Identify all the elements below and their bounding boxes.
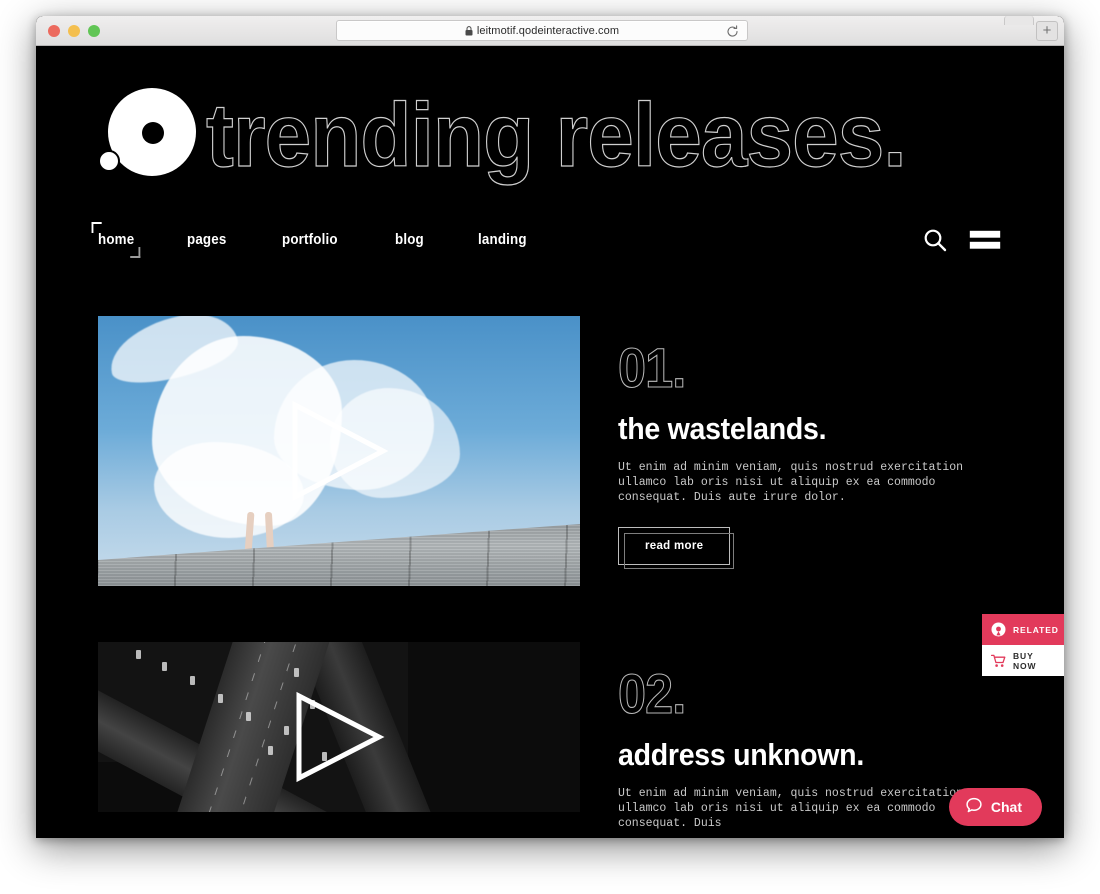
nav-item-portfolio[interactable]: portfolio xyxy=(282,226,338,254)
main-navigation: home pages portfolio blog landing xyxy=(91,222,1002,258)
release-description: Ut enim ad minim veniam, quis nostrud ex… xyxy=(618,461,964,504)
release-title[interactable]: the wastelands. xyxy=(618,412,949,446)
site-header: trending releases. home pages portfolio … xyxy=(36,46,1064,258)
reload-icon[interactable] xyxy=(726,25,739,38)
zoom-window-button[interactable] xyxy=(88,25,100,37)
search-icon[interactable] xyxy=(922,227,948,253)
release-media-thumbnail[interactable] xyxy=(98,316,580,586)
window-controls[interactable] xyxy=(48,25,100,37)
lock-icon xyxy=(465,25,473,35)
terrain-shape xyxy=(408,642,580,812)
play-icon[interactable] xyxy=(291,691,387,783)
vehicle xyxy=(136,650,141,659)
side-widgets: RELATED BUY NOW xyxy=(982,614,1064,676)
nav-tools xyxy=(922,227,1002,253)
release-title[interactable]: address unknown. xyxy=(618,738,949,772)
related-tab[interactable]: RELATED xyxy=(982,614,1064,645)
release-media-thumbnail[interactable] xyxy=(98,642,580,812)
nav-list: home pages portfolio blog landing xyxy=(91,222,583,258)
release-item: 01. the wastelands. Ut enim ad minim ven… xyxy=(98,316,1064,586)
vehicle xyxy=(190,676,195,685)
release-number: 02. xyxy=(618,662,687,725)
vehicle xyxy=(162,662,167,671)
browser-chrome: leitmotif.qodeinteractive.com + xyxy=(36,16,1064,46)
vinyl-hole-shape xyxy=(142,122,164,144)
address-bar[interactable]: leitmotif.qodeinteractive.com xyxy=(336,20,748,41)
chat-button[interactable]: Chat xyxy=(948,788,1042,826)
nav-item-landing[interactable]: landing xyxy=(478,226,527,254)
chat-label: Chat xyxy=(990,799,1022,815)
vehicle xyxy=(218,694,223,703)
page-title: trending releases. xyxy=(205,86,907,186)
nav-item-blog[interactable]: blog xyxy=(395,226,424,254)
releases-list: 01. the wastelands. Ut enim ad minim ven… xyxy=(36,316,1064,831)
url-text: leitmotif.qodeinteractive.com xyxy=(476,24,620,37)
nav-item-home[interactable]: home xyxy=(91,222,142,258)
record-circle-icon xyxy=(991,622,1006,637)
release-body: 02. address unknown. Ut enim ad minim ve… xyxy=(618,642,978,831)
release-number: 01. xyxy=(618,336,687,399)
new-tab-button[interactable]: + xyxy=(1036,21,1058,41)
leg-shape xyxy=(244,511,255,555)
play-icon[interactable] xyxy=(285,399,393,503)
vehicle xyxy=(294,668,299,677)
buy-now-tab[interactable]: BUY NOW xyxy=(982,645,1064,676)
browser-window: leitmotif.qodeinteractive.com + trending… xyxy=(36,16,1064,838)
vehicle xyxy=(268,746,273,755)
vinyl-record-icon[interactable] xyxy=(98,88,196,184)
release-body: 01. the wastelands. Ut enim ad minim ven… xyxy=(618,316,978,586)
vinyl-small-dot-shape xyxy=(98,150,120,172)
release-item: 02. address unknown. Ut enim ad minim ve… xyxy=(98,642,1064,831)
nav-item-pages[interactable]: pages xyxy=(187,226,226,254)
tab-strip-stub xyxy=(1004,16,1034,25)
logo-row: trending releases. xyxy=(98,86,1002,186)
vehicle xyxy=(284,726,289,735)
vehicle xyxy=(246,712,251,721)
read-more-button[interactable]: read more xyxy=(618,527,735,569)
chat-bubble-icon xyxy=(965,797,983,818)
url-text-group: leitmotif.qodeinteractive.com xyxy=(465,25,619,37)
hamburger-menu-icon[interactable] xyxy=(968,227,1002,253)
related-tab-label: RELATED xyxy=(1013,624,1059,635)
close-window-button[interactable] xyxy=(48,25,60,37)
minimize-window-button[interactable] xyxy=(68,25,80,37)
buy-now-tab-label: BUY NOW xyxy=(1013,650,1037,671)
release-description: Ut enim ad minim veniam, quis nostrud ex… xyxy=(618,787,964,830)
shopping-cart-icon xyxy=(991,654,1006,668)
page-viewport: trending releases. home pages portfolio … xyxy=(36,46,1064,838)
